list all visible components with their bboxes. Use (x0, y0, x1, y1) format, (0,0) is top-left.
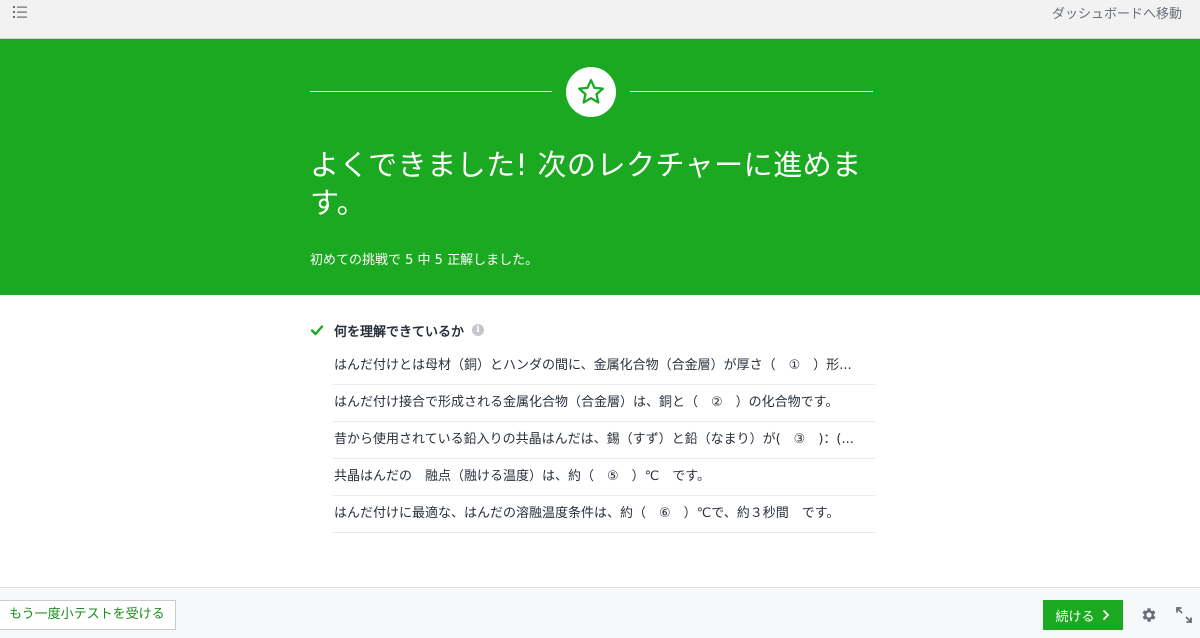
list-icon[interactable] (12, 4, 34, 22)
star-badge (566, 67, 616, 117)
success-banner: よくできました! 次のレクチャーに進めます。 初めての挑戦で 5 中 5 正解し… (0, 39, 1200, 295)
bottom-bar: もう一度小テストを受ける 続ける (0, 587, 1200, 638)
expand-icon[interactable] (1175, 606, 1193, 624)
divider-right (630, 91, 873, 92)
chevron-right-icon (1102, 609, 1109, 621)
question-item: はんだ付け接合で形成される金属化合物（合金層）は、銅と（ ② ）の化合物です。 (333, 385, 875, 422)
results-section: 何を理解できているか i はんだ付けとは母材（銅）とハンダの間に、金属化合物（合… (310, 316, 875, 533)
question-item: 共晶はんだの 融点（融ける温度）は、約（ ⑤ ）℃ です。 (333, 459, 875, 496)
star-icon (578, 79, 604, 104)
question-list: はんだ付けとは母材（銅）とハンダの間に、金属化合物（合金層）が厚さ（ ① ）形.… (333, 348, 875, 533)
top-bar: ダッシュボードへ移動 (0, 0, 1200, 39)
question-item: はんだ付けに最適な、はんだの溶融温度条件は、約（ ⑥ ）℃で、約３秒間 です。 (333, 496, 875, 533)
continue-label: 続ける (1055, 609, 1095, 625)
banner-title: よくできました! 次のレクチャーに進めます。 (310, 148, 862, 220)
score-summary: 初めての挑戦で 5 中 5 正解しました。 (310, 253, 539, 268)
retake-quiz-button[interactable]: もう一度小テストを受ける (0, 600, 176, 630)
check-icon (310, 325, 324, 336)
results-heading: 何を理解できているか (334, 324, 465, 340)
question-item: 昔から使用されている鉛入りの共晶はんだは、錫（すず）と鉛（なまり）が( ③ )：… (333, 422, 875, 459)
results-heading-row: 何を理解できているか i (310, 316, 875, 344)
dashboard-link[interactable]: ダッシュボードへ移動 (1052, 3, 1182, 22)
info-icon[interactable]: i (472, 324, 485, 336)
gear-icon[interactable] (1140, 606, 1158, 624)
divider-left (310, 91, 552, 92)
question-item: はんだ付けとは母材（銅）とハンダの間に、金属化合物（合金層）が厚さ（ ① ）形.… (333, 348, 875, 385)
continue-button[interactable]: 続ける (1043, 600, 1123, 630)
